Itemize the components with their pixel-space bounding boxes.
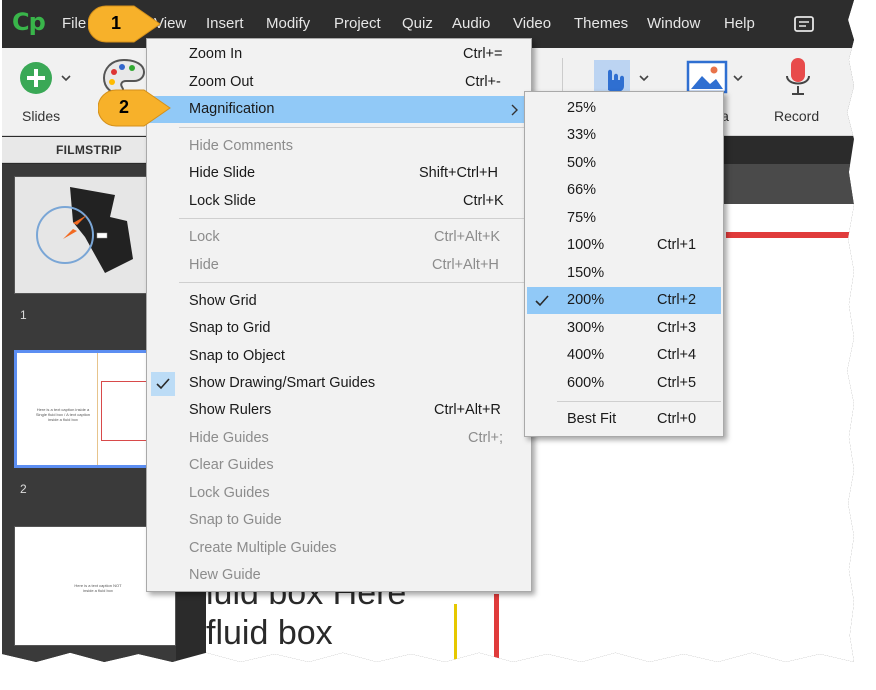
zoom-option-75[interactable]: 75% <box>525 205 723 232</box>
record-microphone-icon[interactable] <box>784 56 812 105</box>
zoom-option-150[interactable]: 150% <box>525 260 723 287</box>
menu-window[interactable]: Window <box>647 15 700 32</box>
zoom-option-33[interactable]: 33% <box>525 122 723 149</box>
menu-item-new-guide[interactable]: New Guide <box>147 562 531 589</box>
menu-quiz[interactable]: Quiz <box>402 15 433 32</box>
menu-item-hide-comments[interactable]: Hide Comments <box>147 133 531 160</box>
menu-item-show-rulers[interactable]: Show Rulers Ctrl+Alt+R <box>147 397 531 424</box>
menu-audio[interactable]: Audio <box>452 15 490 32</box>
stage-text-line-2: fluid box <box>206 614 333 652</box>
slide-number-2: 2 <box>20 482 27 496</box>
app-logo: Cp <box>12 8 46 36</box>
menu-item-snap-to-object[interactable]: Snap to Object <box>147 343 531 370</box>
callout-arrow-shape <box>98 89 171 127</box>
slide-guide <box>97 353 98 465</box>
stage-guide-yellow <box>454 604 457 662</box>
slides-label: Slides <box>22 108 61 124</box>
menu-item-show-grid[interactable]: Show Grid <box>147 288 531 315</box>
menu-modify[interactable]: Modify <box>266 15 310 32</box>
zoom-option-25[interactable]: 25% <box>525 95 723 122</box>
menu-item-hide[interactable]: Hide Ctrl+Alt+H <box>147 252 531 279</box>
step-callout-1: 1 <box>88 4 164 44</box>
menu-help[interactable]: Help <box>724 15 755 32</box>
menu-separator <box>179 127 529 128</box>
step-callout-2: 2 <box>98 88 174 128</box>
view-menu: Zoom In Ctrl+= Zoom Out Ctrl+- Magnificati… <box>146 38 532 592</box>
submenu-arrow-icon <box>511 104 518 116</box>
slide-number-1: 1 <box>20 308 27 322</box>
menu-file[interactable]: File <box>62 15 86 32</box>
menu-separator <box>179 282 529 283</box>
menu-item-lock[interactable]: Lock Ctrl+Alt+K <box>147 224 531 251</box>
menu-item-zoom-out[interactable]: Zoom Out Ctrl+- <box>147 69 531 96</box>
zoom-option-50[interactable]: 50% <box>525 150 723 177</box>
menu-item-lock-guides[interactable]: Lock Guides <box>147 480 531 507</box>
menu-insert[interactable]: Insert <box>206 15 244 32</box>
menu-separator <box>557 401 721 402</box>
filmstrip-title: FILMSTRIP <box>55 143 123 157</box>
callout-arrow-shape <box>88 5 161 43</box>
menu-item-snap-to-grid[interactable]: Snap to Grid <box>147 315 531 342</box>
menu-item-lock-slide[interactable]: Lock Slide Ctrl+K <box>147 188 531 215</box>
menu-themes[interactable]: Themes <box>574 15 628 32</box>
menu-project[interactable]: Project <box>334 15 381 32</box>
zoom-option-200[interactable]: 200% Ctrl+2 <box>527 287 721 314</box>
callout-number: 1 <box>111 13 122 33</box>
menu-separator <box>179 218 529 219</box>
callout-number: 2 <box>119 97 130 117</box>
menu-item-create-multiple-guides[interactable]: Create Multiple Guides <box>147 535 531 562</box>
captions-icon[interactable] <box>794 16 814 39</box>
app-window: Cp File View Insert Modify Project Quiz … <box>2 0 854 662</box>
menu-item-snap-to-guide[interactable]: Snap to Guide <box>147 507 531 534</box>
menu-video[interactable]: Video <box>513 15 551 32</box>
record-label: Record <box>774 108 820 124</box>
slide-caption-text: Here is a text caption NOT inside a flui… <box>74 583 122 593</box>
zoom-option-300[interactable]: 300% Ctrl+3 <box>525 315 723 342</box>
magnification-submenu: 25% 33% 50% 66% 75% 100% Ctrl+1 150% 200%… <box>524 91 724 437</box>
checkmark-icon <box>151 372 175 396</box>
slide-caption-text: Here is a text caption inside a Single f… <box>35 407 91 422</box>
zoom-option-600[interactable]: 600% Ctrl+5 <box>525 370 723 397</box>
zoom-option-100[interactable]: 100% Ctrl+1 <box>525 232 723 259</box>
menu-item-hide-guides[interactable]: Hide Guides Ctrl+; <box>147 425 531 452</box>
menu-item-clear-guides[interactable]: Clear Guides <box>147 452 531 479</box>
checkmark-icon <box>535 295 549 307</box>
menu-item-magnification[interactable]: Magnification <box>147 96 531 123</box>
zoom-option-best-fit[interactable]: Best Fit Ctrl+0 <box>525 406 723 433</box>
add-slide-icon[interactable] <box>16 60 72 101</box>
menu-item-zoom-in[interactable]: Zoom In Ctrl+= <box>147 41 531 68</box>
stage-fluid-box-edge <box>494 594 499 662</box>
stage-fluid-box-top <box>726 232 854 238</box>
zoom-option-400[interactable]: 400% Ctrl+4 <box>525 342 723 369</box>
menu-item-hide-slide[interactable]: Hide Slide Shift+Ctrl+H <box>147 160 531 187</box>
menu-item-show-drawing-smart-guides[interactable]: Show Drawing/Smart Guides <box>147 370 531 397</box>
zoom-option-66[interactable]: 66% <box>525 177 723 204</box>
